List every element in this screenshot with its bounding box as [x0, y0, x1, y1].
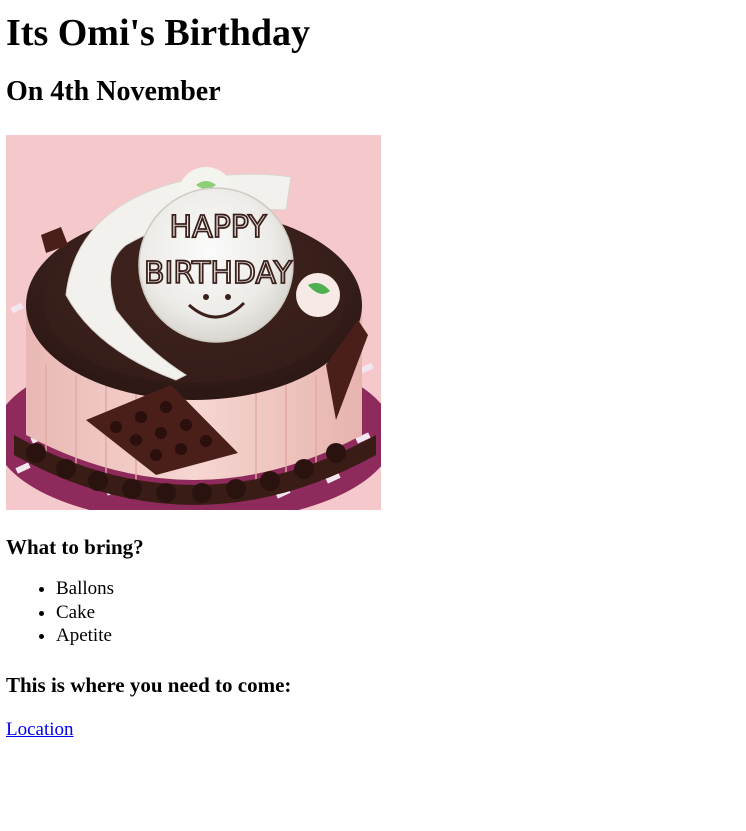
plaque-text-happy: HAPPY	[170, 210, 268, 245]
list-item: Cake	[56, 601, 740, 625]
where-heading: This is where you need to come:	[6, 672, 292, 697]
page-title: Its Omi's Birthday	[6, 12, 311, 54]
list-item: Apetite	[56, 624, 740, 648]
list-item: Ballons	[56, 577, 740, 601]
event-date: On 4th November	[6, 76, 221, 107]
bring-heading: What to bring?	[6, 535, 144, 559]
location-link[interactable]: Location	[6, 719, 74, 741]
page: Its Omi's Birthday On 4th November HAPPY…	[0, 11, 746, 741]
bring-list: Ballons Cake Apetite	[6, 577, 740, 648]
plaque-text-birthday: BIRTHDAY	[144, 256, 293, 291]
birthday-cake-image: HAPPY BIRTHDAY	[6, 135, 381, 510]
